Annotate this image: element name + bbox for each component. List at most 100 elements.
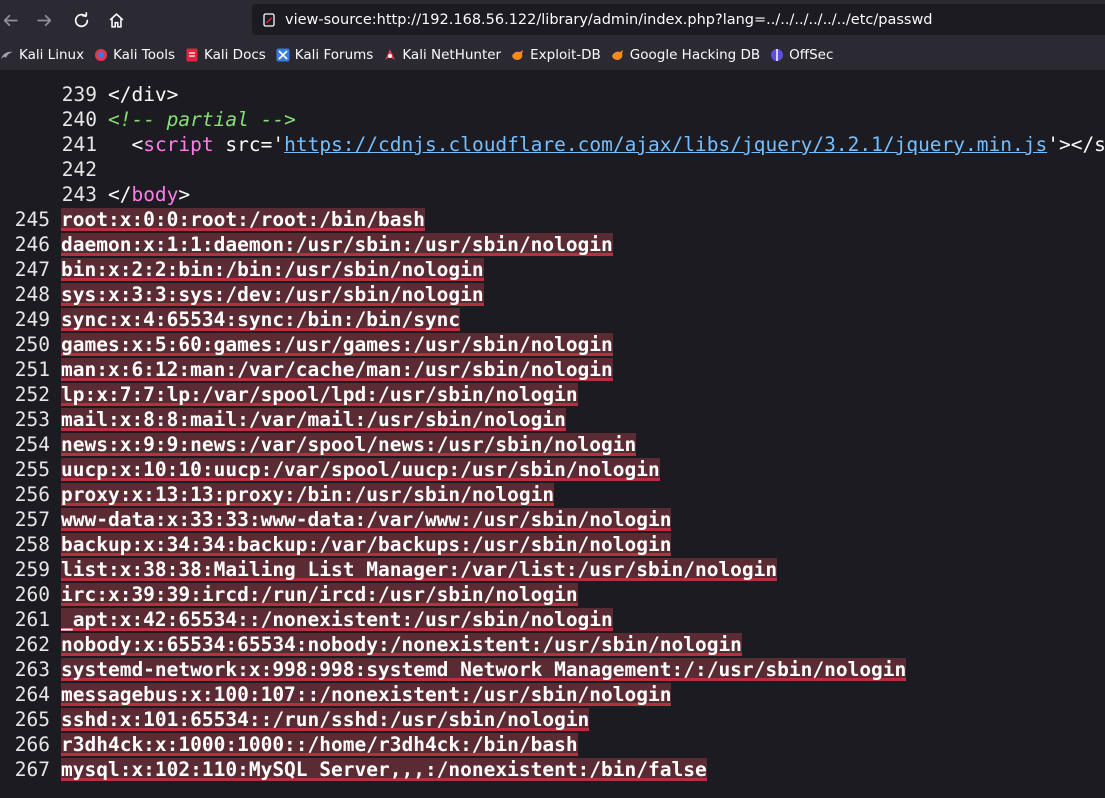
passwd-entry: messagebus:x:100:107::/nonexistent:/usr/… xyxy=(61,683,672,706)
source-line: 244</html> xyxy=(0,182,1105,231)
passwd-entry: _apt:x:42:65534::/nonexistent:/usr/sbin/… xyxy=(61,608,613,631)
offsec-icon xyxy=(770,48,784,62)
passwd-line: 253 mail:x:8:8:mail:/var/mail:/usr/sbin/n… xyxy=(0,407,1105,432)
passwd-entry: sync:x:4:65534:sync:/bin:/bin/sync xyxy=(61,308,461,331)
passwd-entry: bin:x:2:2:bin:/bin:/usr/sbin/nologin xyxy=(61,258,484,281)
passwd-line: 251 man:x:6:12:man:/var/cache/man:/usr/sb… xyxy=(0,357,1105,382)
passwd-line: 259 list:x:38:38:Mailing List Manager:/va… xyxy=(0,557,1105,582)
bookmark-google-hacking-db[interactable]: Google Hacking DB xyxy=(607,43,766,67)
page-info-icon[interactable] xyxy=(261,12,277,28)
source-line: 239 </div> xyxy=(0,70,1105,106)
address-bar[interactable]: view-source:http://192.168.56.122/librar… xyxy=(252,4,1105,35)
bookmark-offsec[interactable]: OffSec xyxy=(766,43,839,67)
line-number: 255 xyxy=(14,458,50,481)
navigation-toolbar: view-source:http://192.168.56.122/librar… xyxy=(0,0,1105,40)
line-number: 262 xyxy=(14,633,50,656)
line-number: 246 xyxy=(14,233,50,256)
reload-button[interactable] xyxy=(66,5,96,35)
arrow-right-icon xyxy=(36,14,51,26)
line-number: 245 xyxy=(14,208,50,231)
kali-tools-icon xyxy=(94,48,108,62)
line-number: 259 xyxy=(14,558,50,581)
passwd-line: 262 nobody:x:65534:65534:nobody:/nonexist… xyxy=(0,632,1105,657)
passwd-entry: news:x:9:9:news:/var/spool/news:/usr/sbi… xyxy=(61,433,637,456)
line-number: 261 xyxy=(14,608,50,631)
passwd-entry: mysql:x:102:110:MySQL Server,,,:/nonexis… xyxy=(61,758,707,781)
source-line: 240 <!-- partial --> xyxy=(0,82,1105,131)
bookmark-kali-tools[interactable]: Kali Tools xyxy=(90,43,181,67)
passwd-entry: mail:x:8:8:mail:/var/mail:/usr/sbin/nolo… xyxy=(61,408,566,431)
passwd-line: 263 systemd-network:x:998:998:systemd Net… xyxy=(0,657,1105,682)
kali-nethunter-icon xyxy=(383,48,397,62)
line-number: 256 xyxy=(14,483,50,506)
passwd-entry: games:x:5:60:games:/usr/games:/usr/sbin/… xyxy=(61,333,613,356)
bookmark-exploit-db[interactable]: Exploit-DB xyxy=(507,43,607,67)
line-number: 265 xyxy=(14,708,50,731)
passwd-line: 249 sync:x:4:65534:sync:/bin:/bin/sync xyxy=(0,307,1105,332)
passwd-line: 252 lp:x:7:7:lp:/var/spool/lpd:/usr/sbin/… xyxy=(0,382,1105,407)
passwd-entry: daemon:x:1:1:daemon:/usr/sbin:/usr/sbin/… xyxy=(61,233,613,256)
line-number: 264 xyxy=(14,683,50,706)
source-line: 242 xyxy=(0,132,1105,181)
line-number: 248 xyxy=(14,283,50,306)
url-text[interactable]: view-source:http://192.168.56.122/librar… xyxy=(285,12,933,28)
passwd-entry: sys:x:3:3:sys:/dev:/usr/sbin/nologin xyxy=(61,283,484,306)
passwd-entry: man:x:6:12:man:/var/cache/man:/usr/sbin/… xyxy=(61,358,613,381)
passwd-line: 267 mysql:x:102:110:MySQL Server,,,:/none… xyxy=(0,757,1105,782)
arrow-left-icon xyxy=(3,14,18,26)
passwd-entry: nobody:x:65534:65534:nobody:/nonexistent… xyxy=(61,633,742,656)
passwd-line: 248 sys:x:3:3:sys:/dev:/usr/sbin/nologin xyxy=(0,282,1105,307)
passwd-entry: lp:x:7:7:lp:/var/spool/lpd:/usr/sbin/nol… xyxy=(61,383,578,406)
line-number: 258 xyxy=(14,533,50,556)
kali-docs-icon xyxy=(185,48,199,62)
back-button[interactable] xyxy=(0,5,25,35)
bookmark-kali-docs[interactable]: Kali Docs xyxy=(181,43,272,67)
line-number: 252 xyxy=(14,383,50,406)
passwd-entry: list:x:38:38:Mailing List Manager:/var/l… xyxy=(61,558,778,581)
line-number: 267 xyxy=(14,758,50,781)
line-number: 251 xyxy=(14,358,50,381)
bookmark-kali-forums[interactable]: Kali Forums xyxy=(272,43,380,67)
line-number: 263 xyxy=(14,658,50,681)
home-button[interactable] xyxy=(101,5,131,35)
line-number: 254 xyxy=(14,433,50,456)
passwd-entry: proxy:x:13:13:proxy:/bin:/usr/sbin/nolog… xyxy=(61,483,555,506)
passwd-entry: backup:x:34:34:backup:/var/backups:/usr/… xyxy=(61,533,672,556)
passwd-line: 250 games:x:5:60:games:/usr/games:/usr/sb… xyxy=(0,332,1105,357)
passwd-line: 266 r3dh4ck:x:1000:1000::/home/r3dh4ck:/b… xyxy=(0,732,1105,757)
passwd-line: 247 bin:x:2:2:bin:/bin:/usr/sbin/nologin xyxy=(0,257,1105,282)
line-number: 266 xyxy=(14,733,50,756)
line-number: 247 xyxy=(14,258,50,281)
forward-button[interactable] xyxy=(29,5,59,35)
passwd-entry: www-data:x:33:33:www-data:/var/www:/usr/… xyxy=(61,508,672,531)
passwd-entry: root:x:0:0:root:/root:/bin/bash xyxy=(61,208,425,231)
line-number: 260 xyxy=(14,583,50,606)
bookmarks-toolbar: Kali Linux Kali Tools Kali Docs Kali For… xyxy=(0,40,1105,70)
bookmark-kali-nethunter[interactable]: Kali NetHunter xyxy=(379,43,507,67)
home-icon xyxy=(109,12,123,28)
view-source-content: 239 </div> 240 <!-- partial --> 241 <scrip… xyxy=(0,70,1105,798)
passwd-entry: r3dh4ck:x:1000:1000::/home/r3dh4ck:/bin/… xyxy=(61,733,578,756)
passwd-line: 264 messagebus:x:100:107::/nonexistent:/u… xyxy=(0,682,1105,707)
source-line: 268 xyxy=(0,782,1105,798)
passwd-line: 261 _apt:x:42:65534::/nonexistent:/usr/sb… xyxy=(0,607,1105,632)
kali-forums-icon xyxy=(276,48,290,62)
passwd-entry: irc:x:39:39:ircd:/run/ircd:/usr/sbin/nol… xyxy=(61,583,578,606)
passwd-line: 260 irc:x:39:39:ircd:/run/ircd:/usr/sbin/… xyxy=(0,582,1105,607)
line-number: 250 xyxy=(14,333,50,356)
kali-dragon-icon xyxy=(0,48,14,62)
passwd-line: 246 daemon:x:1:1:daemon:/usr/sbin:/usr/sb… xyxy=(0,232,1105,257)
passwd-entry: uucp:x:10:10:uucp:/var/spool/uucp:/usr/s… xyxy=(61,458,660,481)
passwd-line: 258 backup:x:34:34:backup:/var/backups:/u… xyxy=(0,532,1105,557)
passwd-line: 255 uucp:x:10:10:uucp:/var/spool/uucp:/us… xyxy=(0,457,1105,482)
passwd-line: 254 news:x:9:9:news:/var/spool/news:/usr/… xyxy=(0,432,1105,457)
line-number: 253 xyxy=(14,408,50,431)
passwd-line: 256 proxy:x:13:13:proxy:/bin:/usr/sbin/no… xyxy=(0,482,1105,507)
ghdb-icon xyxy=(611,48,625,62)
bookmark-kali-linux[interactable]: Kali Linux xyxy=(0,43,90,67)
line-number: 257 xyxy=(14,508,50,531)
source-line: 243 </body> xyxy=(0,157,1105,206)
reload-icon xyxy=(74,11,88,27)
passwd-line: 257 www-data:x:33:33:www-data:/var/www:/u… xyxy=(0,507,1105,532)
passwd-entry: sshd:x:101:65534::/run/sshd:/usr/sbin/no… xyxy=(61,708,590,731)
